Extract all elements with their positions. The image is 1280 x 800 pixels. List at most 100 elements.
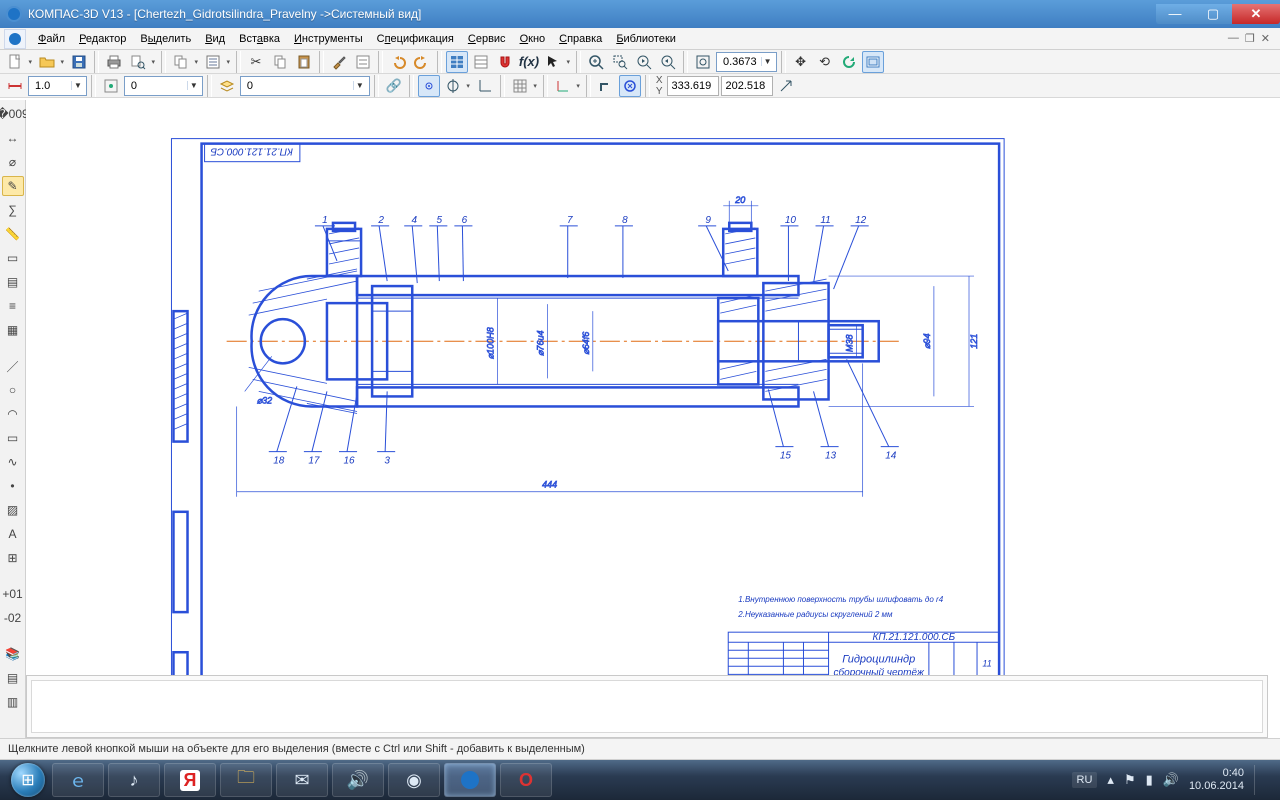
spec-button[interactable] [470,51,492,73]
view-state-button[interactable] [100,75,122,97]
mdi-minimize-button[interactable]: — [1228,32,1239,45]
menu-tools[interactable]: Инструменты [288,31,369,47]
window-minimize-button[interactable]: — [1156,4,1194,24]
taskbar-chrome[interactable]: ◉ [388,763,440,797]
lib2-tool[interactable]: ▤ [2,668,24,688]
taskbar-mail[interactable]: ✉ [276,763,328,797]
menu-select[interactable]: Выделить [134,31,197,47]
taskbar-opera[interactable]: O [500,763,552,797]
line-tool[interactable]: ／ [2,356,24,376]
taskbar-music[interactable]: ♪ [108,763,160,797]
coord-x-field[interactable]: 333.619 [667,76,719,96]
taskbar-kompas[interactable] [444,763,496,797]
taskbar-explorer[interactable]: 🗀 [220,763,272,797]
cursor-button[interactable]: ▾ [542,51,564,73]
param-tool[interactable]: ∑ [2,200,24,220]
round-button[interactable] [619,75,641,97]
menu-insert[interactable]: Вставка [233,31,286,47]
measure-tool[interactable]: 📏 [2,224,24,244]
new-button[interactable]: ▾ [4,51,26,73]
snap-toggle-button[interactable] [418,75,440,97]
window-maximize-button[interactable]: ▢ [1194,4,1232,24]
properties-panel-button[interactable] [352,51,374,73]
volume-icon[interactable]: 🔊 [1163,772,1179,788]
edit-tool[interactable]: ✎ [2,176,24,196]
taskbar-media[interactable]: 🔊 [332,763,384,797]
start-button[interactable] [8,760,48,800]
dimension-tool[interactable]: ↔ [2,128,24,148]
rotate-button[interactable]: ⟲ [814,51,836,73]
cut-button[interactable]: ✂ [245,51,267,73]
text-tool[interactable]: A [2,524,24,544]
show-desktop-button[interactable] [1254,765,1264,795]
spline-tool[interactable]: ∿ [2,452,24,472]
redraw-button[interactable] [838,51,860,73]
paste-button[interactable] [293,51,315,73]
flag-icon[interactable]: ⚑ [1124,772,1136,788]
menu-file[interactable]: ФФайлайл [32,31,71,47]
app-menu-button[interactable] [4,29,26,49]
mdi-close-button[interactable]: ✕ [1261,32,1270,45]
layer-manager-button[interactable] [216,75,238,97]
copy-button[interactable] [269,51,291,73]
menu-window[interactable]: Окно [514,31,552,47]
zoom-window-button[interactable] [609,51,631,73]
mdi-restore-button[interactable]: ❐ [1245,32,1255,45]
select-tool[interactable]: ▭ [2,248,24,268]
tray-up-icon[interactable]: ▴ [1107,772,1114,788]
menu-libs[interactable]: Библиотеки [610,31,682,47]
report-tool[interactable]: ≡ [2,296,24,316]
step-button[interactable] [4,75,26,97]
variables-button[interactable]: f(x) [518,51,540,73]
print-button[interactable] [103,51,125,73]
hatch-tool[interactable]: ▨ [2,500,24,520]
grid-button[interactable]: ▾ [509,75,531,97]
menu-service[interactable]: Сервис [462,31,512,47]
layer-combo[interactable]: 0▼ [124,76,203,96]
network-icon[interactable]: ▮ [1146,772,1153,788]
coord-mode-button[interactable] [775,75,797,97]
links-button[interactable]: 🔗 [383,75,405,97]
zoom-prev-button[interactable] [633,51,655,73]
spec-manager-button[interactable] [446,51,468,73]
lcs-button[interactable]: ▾ [552,75,574,97]
lib1-tool[interactable]: 📚 [2,644,24,664]
menu-spec[interactable]: Спецификация [371,31,460,47]
format-painter-button[interactable] [328,51,350,73]
ortho-button[interactable] [595,75,617,97]
menu-view[interactable]: Вид [199,31,231,47]
spec-tool[interactable]: ▤ [2,272,24,292]
drawing-canvas[interactable]: КП.21.121.000.СБ [26,100,1280,738]
open-button[interactable]: ▾ [36,51,58,73]
ortho-coords-button[interactable] [474,75,496,97]
pan-button[interactable]: ✥ [790,51,812,73]
properties-button[interactable]: ▾ [202,51,224,73]
geometry-tool[interactable]: �009 [2,104,24,124]
point-tool[interactable]: • [2,476,24,496]
symbol-tool[interactable]: ⌀ [2,152,24,172]
undo-button[interactable] [387,51,409,73]
views-tool[interactable]: ▦ [2,320,24,340]
print-preview-button[interactable]: ▾ [127,51,149,73]
zoom-combo[interactable]: 0.3673▼ [716,52,777,72]
clock[interactable]: 0:40 10.06.2014 [1189,767,1244,793]
circle-tool[interactable]: ○ [2,380,24,400]
step-combo[interactable]: 1.0▼ [28,76,87,96]
show-all-button[interactable] [862,51,884,73]
language-indicator[interactable]: RU [1072,772,1098,788]
style-combo[interactable]: 0▼ [240,76,370,96]
taskbar-yandex[interactable]: Я [164,763,216,797]
arc-tool[interactable]: ◠ [2,404,24,424]
taskbar-ie[interactable]: ｅ [52,763,104,797]
menu-help[interactable]: Справка [553,31,608,47]
aux2-tool[interactable]: -02 [2,608,24,628]
save-button[interactable] [68,51,90,73]
coord-y-field[interactable]: 202.518 [721,76,773,96]
zoom-next-button[interactable] [657,51,679,73]
redo-button[interactable] [411,51,433,73]
aux1-tool[interactable]: +01 [2,584,24,604]
lib3-tool[interactable]: ▥ [2,692,24,712]
menu-edit[interactable]: Редактор [73,31,132,47]
zoom-fit-button[interactable] [692,51,714,73]
rect-tool[interactable]: ▭ [2,428,24,448]
